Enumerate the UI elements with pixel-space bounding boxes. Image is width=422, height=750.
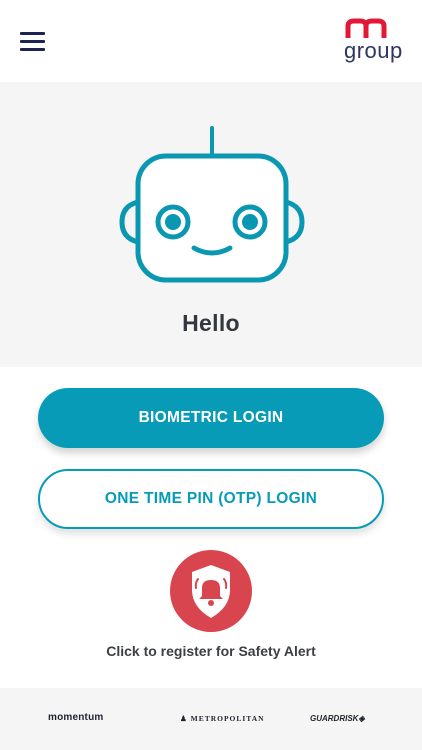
hero-section: Hello — [0, 82, 422, 367]
guardrisk-logo: GUARDRISK◈ — [310, 714, 365, 723]
biometric-login-button[interactable]: BIOMETRIC LOGIN — [38, 388, 384, 448]
logo-text: group — [344, 38, 403, 63]
metropolitan-logo: ♟ METROPOLITAN — [180, 714, 265, 723]
app-header: group — [0, 0, 422, 82]
shield-bell-icon — [192, 565, 230, 618]
metropolitan-emblem-icon: ♟ — [180, 714, 188, 723]
safety-alert-button[interactable] — [170, 550, 252, 632]
momentum-logo: momentum — [48, 712, 104, 723]
robot-face-icon — [119, 126, 305, 283]
otp-login-button[interactable]: ONE TIME PIN (OTP) LOGIN — [38, 469, 384, 529]
guardrisk-text: GUARDRISK — [310, 714, 359, 723]
mgroup-logo: group — [340, 18, 404, 64]
greeting-text: Hello — [182, 310, 240, 336]
metropolitan-text: METROPOLITAN — [190, 714, 265, 723]
m-logo-mark-icon — [345, 18, 387, 38]
hamburger-menu-icon[interactable] — [20, 32, 46, 52]
safety-alert-label[interactable]: Click to register for Safety Alert — [0, 643, 422, 659]
footer-brands: momentum ♟ METROPOLITAN GUARDRISK◈ — [0, 688, 422, 750]
guardrisk-emblem-icon: ◈ — [358, 714, 365, 723]
